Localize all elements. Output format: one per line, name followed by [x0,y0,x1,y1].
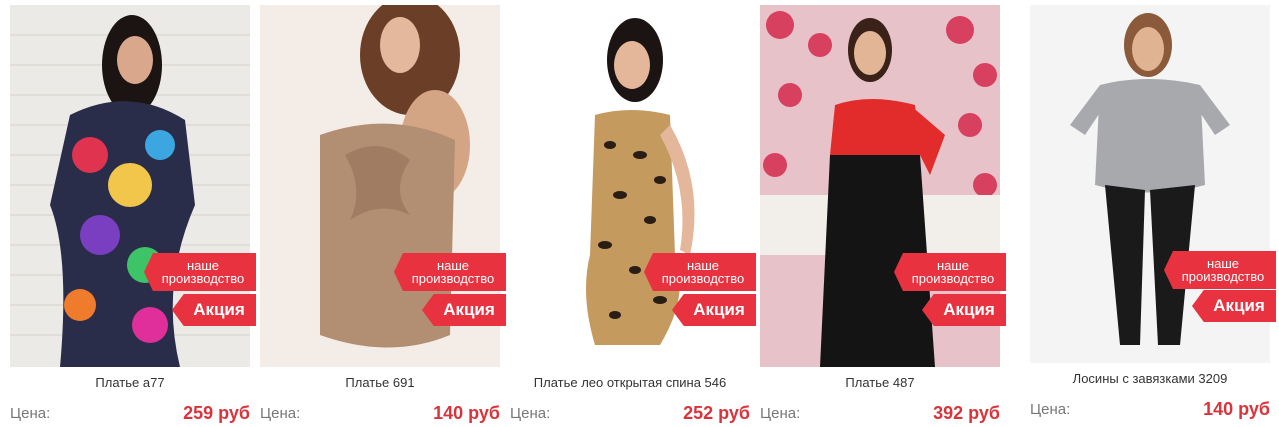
price-label: Цена: [510,405,551,422]
own-production-badge: наше производство [644,253,756,291]
price-value: 392 руб [933,403,1000,423]
own-production-badge: наше производство [1164,251,1276,289]
product-card[interactable]: наше производство Акция Платье 487 Цена:… [760,5,1006,425]
product-card[interactable]: наше производство Акция Платье а77 Цена:… [10,5,256,425]
price-label: Цена: [760,405,801,422]
product-name[interactable]: Платье лео открытая спина 546 [510,375,750,390]
price-value: 252 руб [683,403,750,423]
sale-badge: Акция [672,294,756,326]
price-value: 140 руб [1203,399,1270,419]
product-name[interactable]: Платье а77 [10,375,250,390]
own-production-badge: наше производство [894,253,1006,291]
sale-badge: Акция [922,294,1006,326]
price-value: 140 руб [433,403,500,423]
product-name[interactable]: Платье 691 [260,375,500,390]
product-name[interactable]: Лосины с завязками 3209 [1030,371,1270,386]
sale-badge: Акция [422,294,506,326]
product-card[interactable]: наше производство Акция Лосины с завязка… [1030,5,1276,425]
product-card[interactable]: наше производство Акция Платье 691 Цена:… [260,5,506,425]
price-label: Цена: [260,405,301,422]
product-card[interactable]: наше производство Акция Платье лео откры… [510,5,756,425]
own-production-badge: наше производство [144,253,256,291]
product-name[interactable]: Платье 487 [760,375,1000,390]
sale-badge: Акция [1192,290,1276,322]
price-label: Цена: [10,405,51,422]
own-production-badge: наше производство [394,253,506,291]
sale-badge: Акция [172,294,256,326]
price-label: Цена: [1030,401,1071,418]
price-value: 259 руб [183,403,250,423]
